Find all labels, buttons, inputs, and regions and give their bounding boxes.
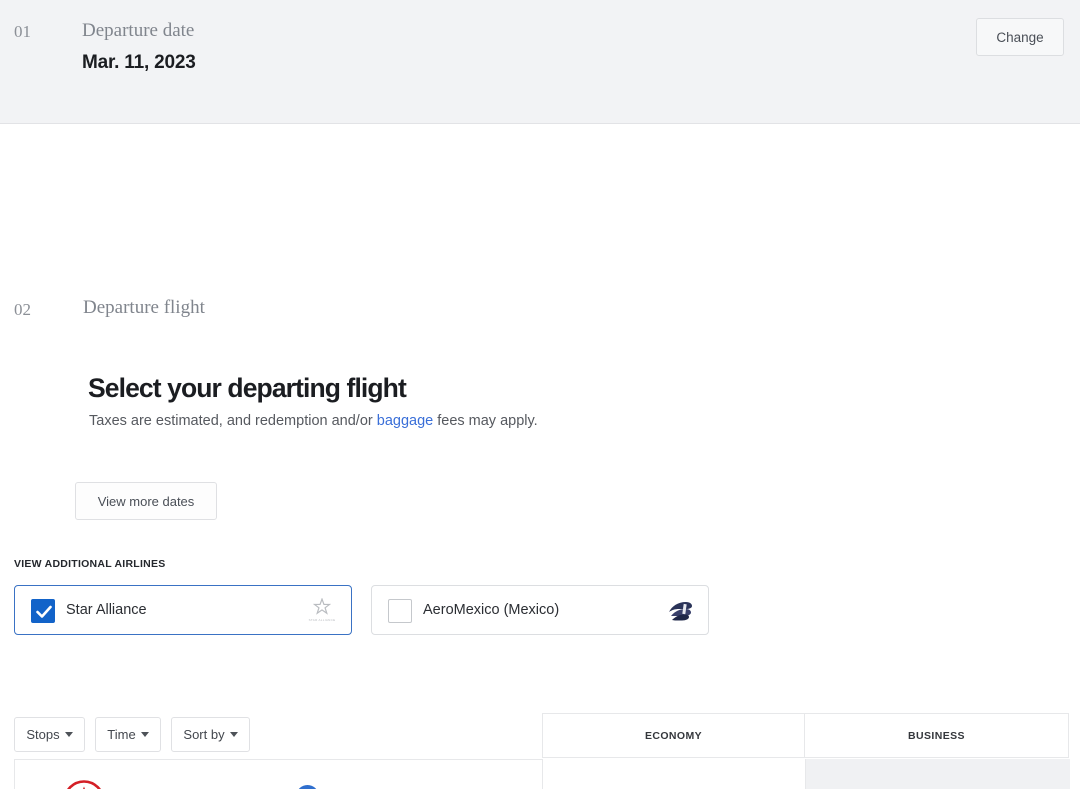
taxes-disclaimer: Taxes are estimated, and redemption and/… (89, 413, 538, 429)
flight-result-row[interactable]: 23:05 YYZ 1 06:40 PVG AC 27 One stop, 18… (14, 759, 1070, 789)
aeromexico-checkbox[interactable] (388, 599, 412, 623)
view-more-dates-button[interactable]: View more dates (75, 482, 217, 520)
airline-filter-star-alliance[interactable]: Star Alliance STAR ALLIANCE (14, 585, 352, 635)
change-date-button[interactable]: Change (976, 18, 1064, 56)
timeline-stop-count-badge: 1 (296, 785, 319, 789)
star-alliance-logo: STAR ALLIANCE (307, 598, 337, 625)
chevron-down-icon (64, 732, 73, 737)
disclaimer-text-before: Taxes are estimated, and redemption and/… (89, 413, 377, 429)
filter-stops-label: Stops (26, 727, 60, 742)
filter-time-label: Time (107, 727, 136, 742)
filter-stops-dropdown[interactable]: Stops (14, 717, 85, 752)
airline-filter-aeromexico[interactable]: AeroMexico (Mexico) (371, 585, 709, 635)
view-additional-airlines-label: VIEW ADDITIONAL AIRLINES (14, 558, 166, 570)
departure-date-value: Mar. 11, 2023 (82, 52, 196, 73)
filter-time-dropdown[interactable]: Time (95, 717, 161, 752)
chevron-down-icon (140, 732, 149, 737)
step-title-departure-flight: Departure flight (83, 297, 205, 318)
airline-name-star-alliance: Star Alliance (66, 602, 147, 618)
baggage-link[interactable]: baggage (377, 413, 433, 429)
check-icon (36, 605, 52, 618)
departure-date-section: 01 Departure date Mar. 11, 2023 Change (0, 0, 1080, 124)
fare-column-header-business: BUSINESS (804, 713, 1069, 758)
chevron-down-icon (229, 732, 238, 737)
airline-name-aeromexico: AeroMexico (Mexico) (423, 602, 560, 618)
star-alliance-checkbox[interactable] (31, 599, 55, 623)
disclaimer-text-after: fees may apply. (433, 413, 538, 429)
step-number-02: 02 (14, 300, 31, 319)
air-canada-logo (62, 779, 106, 789)
step-number-01: 01 (14, 22, 31, 41)
fare-cell-business: — (805, 759, 1070, 789)
fare-cell-economy[interactable]: LM 46,500 + US$ 46.00 (542, 759, 806, 789)
star-alliance-logo-text: STAR ALLIANCE (308, 618, 336, 622)
aeromexico-eagle-logo (664, 598, 694, 625)
filter-sort-by-label: Sort by (183, 727, 225, 742)
page-title: Select your departing flight (88, 373, 407, 403)
filter-sort-by-dropdown[interactable]: Sort by (171, 717, 250, 752)
fare-column-header-economy: ECONOMY (542, 713, 805, 758)
step-title-departure-date: Departure date (82, 20, 195, 41)
